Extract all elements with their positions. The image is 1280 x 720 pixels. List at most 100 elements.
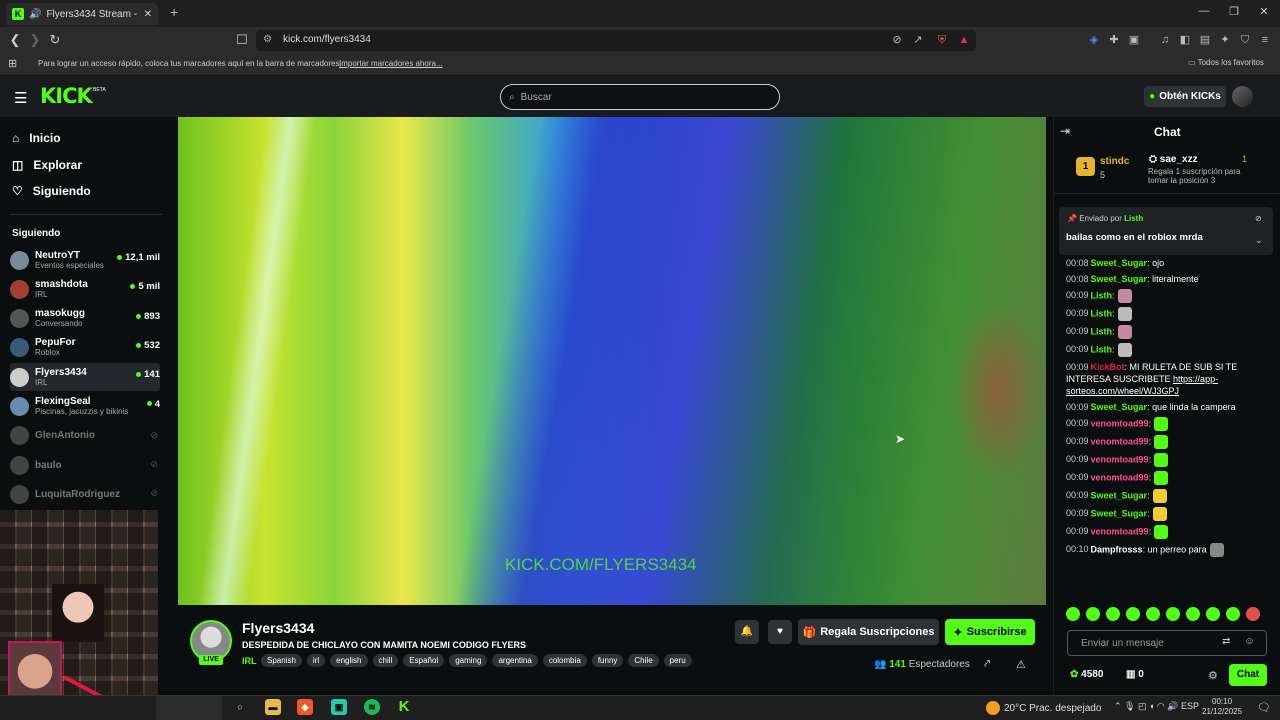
quick-emote-icon[interactable] — [1106, 607, 1120, 621]
quick-emote-icon[interactable] — [1206, 607, 1220, 621]
following-item[interactable]: LuquitaRodriguez ⊘ — [10, 480, 160, 508]
message-username[interactable]: Sweet_Sugar — [1091, 490, 1148, 500]
translate-icon[interactable]: ⇄ — [1222, 636, 1244, 647]
menu-icon[interactable]: ≡ — [1257, 32, 1273, 48]
following-item[interactable]: GlenAntonio ⊘ — [10, 422, 160, 450]
following-item[interactable]: PepuFor Roblox 532 — [10, 334, 160, 362]
extensions-icon[interactable]: ✚ — [1106, 32, 1122, 48]
user-avatar[interactable] — [1232, 86, 1253, 107]
all-favorites-button[interactable]: ▭ Todos los favoritos — [1188, 58, 1264, 67]
message-username[interactable]: venomtoad99 — [1091, 472, 1149, 482]
quick-emote-icon[interactable] — [1226, 607, 1240, 621]
kick-app-icon[interactable]: K — [396, 699, 412, 715]
share-icon[interactable]: ↗ — [910, 32, 926, 48]
kicks-balance[interactable]: ✿ 4580 — [1070, 669, 1103, 680]
message-username[interactable]: Dampfrosss — [1091, 544, 1143, 554]
spotify-icon[interactable]: ≋ — [364, 699, 380, 715]
search-input[interactable]: ⌕ Buscar — [500, 84, 780, 110]
video-player[interactable] — [178, 117, 1046, 605]
message-username[interactable]: Sweet_Sugar — [1091, 508, 1148, 518]
reload-button[interactable]: ↻ — [46, 31, 64, 49]
close-tab-icon[interactable]: ✕ — [144, 9, 152, 20]
clock[interactable]: 00:10 21/12/2025 — [1202, 697, 1242, 717]
app-icon[interactable]: ▣ — [331, 699, 347, 715]
message-username[interactable]: venomtoad99 — [1091, 418, 1149, 428]
vpn-icon[interactable]: ⛉ — [1237, 32, 1253, 48]
message-username[interactable]: Sweet_Sugar — [1091, 274, 1148, 284]
message-username[interactable]: KickBot — [1091, 362, 1125, 372]
new-tab-button[interactable]: + — [170, 4, 186, 22]
chest-balance[interactable]: ▥ 0 — [1126, 669, 1144, 680]
following-item[interactable]: masokugg Conversando 893 — [10, 305, 160, 333]
nav-explore[interactable]: ◫ Explorar — [12, 158, 82, 172]
message-username[interactable]: Sweet_Sugar — [1091, 258, 1148, 268]
chevron-down-icon[interactable]: ⌄ — [1255, 235, 1263, 246]
sidebar-toggle-icon[interactable]: ◧ — [1177, 32, 1193, 48]
quick-emote-icon[interactable] — [1146, 607, 1160, 621]
following-item[interactable]: Flyers3434 IRL 141 — [10, 363, 160, 392]
stream-tag[interactable]: funny — [591, 654, 624, 667]
system-tray[interactable]: ⌃ 🎙 ◰ ◖ ◠ 🔊 ESP — [1114, 701, 1199, 712]
brave-shield-icon[interactable]: ⛨ — [934, 32, 950, 48]
following-item[interactable]: NeutroYT Eventos especiales 12,1 mil — [10, 246, 160, 274]
stream-category[interactable]: IRL — [242, 656, 257, 666]
taskbar-search[interactable] — [156, 696, 222, 720]
stream-tag[interactable]: Chile — [628, 654, 659, 667]
following-item[interactable]: smashdota IRL 5 mil — [10, 275, 160, 303]
mute-site-icon[interactable]: ⊘ — [889, 32, 905, 48]
nav-home[interactable]: ⌂ Inicio — [12, 131, 61, 145]
stream-tag[interactable]: colombia — [542, 654, 587, 667]
audio-icon[interactable]: 🔊 — [29, 9, 41, 20]
following-item[interactable]: baulo ⊘ — [10, 451, 160, 479]
message-username[interactable]: Sweet_Sugar — [1091, 402, 1148, 412]
message-username[interactable]: Listh — [1091, 308, 1113, 318]
emoji-icon[interactable]: ☺ — [1244, 636, 1268, 647]
follow-heart-button[interactable]: ♥ — [768, 620, 792, 644]
message-username[interactable]: venomtoad99 — [1091, 526, 1149, 536]
back-button[interactable]: ❮ — [6, 31, 24, 49]
quick-emote-icon[interactable] — [1126, 607, 1140, 621]
stream-tag[interactable]: Spanish — [261, 654, 302, 667]
task-view-icon[interactable]: ○ — [232, 699, 248, 715]
wallet-panel-icon[interactable]: ▤ — [1197, 32, 1213, 48]
apps-grid-icon[interactable]: ⊞ — [8, 57, 17, 70]
message-username[interactable]: venomtoad99 — [1091, 436, 1149, 446]
file-explorer-icon[interactable]: ▬ — [265, 699, 281, 715]
collapse-chat-icon[interactable]: ⇥ — [1060, 124, 1070, 138]
notification-bell-button[interactable]: 🔔 — [735, 620, 759, 644]
quick-emote-icon[interactable] — [1086, 607, 1100, 621]
subscribe-button[interactable]: ✦ Suscribirse — [945, 619, 1035, 645]
stream-tag[interactable]: Español — [403, 654, 445, 667]
wallet-icon[interactable]: ◈ — [1086, 32, 1102, 48]
stream-tag[interactable]: chill — [372, 654, 399, 667]
send-chat-button[interactable]: Chat — [1229, 664, 1267, 686]
hamburger-menu-icon[interactable]: ☰ — [14, 89, 27, 107]
restore-button[interactable]: ❐ — [1224, 5, 1244, 21]
unpin-icon[interactable]: ⊘ — [1255, 214, 1262, 223]
bookmark-icon[interactable]: ☐ — [233, 31, 251, 49]
gift-subs-button[interactable]: 🎁 Regala Suscripciones — [798, 619, 939, 645]
message-username[interactable]: Listh — [1091, 290, 1113, 300]
streamer-name[interactable]: Flyers3434 — [242, 620, 314, 636]
import-bookmarks-link[interactable]: Importar marcadores ahora... — [339, 59, 443, 68]
close-window-button[interactable]: ✕ — [1254, 5, 1274, 21]
brave-browser-icon[interactable]: ◆ — [297, 699, 313, 715]
message-username[interactable]: Listh — [1091, 344, 1113, 354]
message-username[interactable]: Listh — [1091, 326, 1113, 336]
stream-tag[interactable]: peru — [663, 654, 692, 667]
forward-button[interactable]: ❯ — [26, 31, 44, 49]
quick-emote-icon[interactable] — [1186, 607, 1200, 621]
share-stream-icon[interactable]: ⤤ — [984, 658, 990, 671]
notification-center-icon[interactable]: 🗨 — [1257, 701, 1271, 714]
minimize-button[interactable]: — — [1194, 5, 1214, 21]
get-kicks-button[interactable]: ● Obtén KICKs — [1144, 86, 1226, 107]
stream-tag[interactable]: english — [330, 654, 368, 667]
leo-ai-icon[interactable]: ✦ — [1217, 32, 1233, 48]
media-icon[interactable]: ♫ — [1157, 32, 1173, 48]
stream-tag[interactable]: gaming — [449, 654, 488, 667]
quick-emote-icon[interactable] — [1066, 607, 1080, 621]
brave-rewards-icon[interactable]: ▲ — [956, 32, 972, 48]
kick-logo[interactable]: KICK — [40, 84, 93, 108]
chat-settings-icon[interactable]: ⚙ — [1208, 669, 1218, 682]
site-settings-icon[interactable]: ⚙ — [263, 34, 272, 45]
